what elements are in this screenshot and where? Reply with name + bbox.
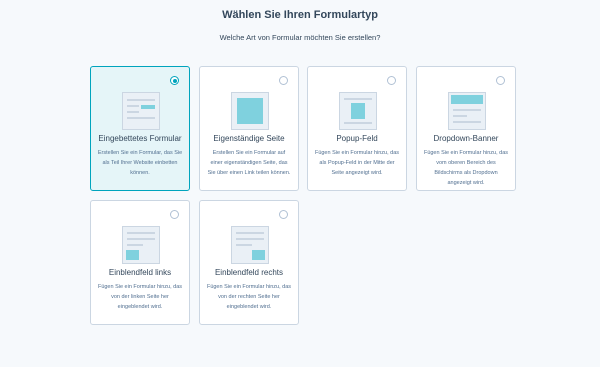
standalone-page-thumbnail-icon <box>231 92 269 130</box>
radio-button[interactable] <box>170 210 179 219</box>
slide-in-left-thumbnail-icon <box>122 226 160 264</box>
form-type-card-slide-in-right[interactable]: Einblendfeld rechts Fügen Sie ein Formul… <box>199 200 299 325</box>
card-title: Popup-Feld <box>336 134 378 143</box>
card-title: Eigenständige Seite <box>213 134 285 143</box>
card-description: Erstellen Sie ein Formular auf einer eig… <box>207 150 291 176</box>
slide-in-right-thumbnail-icon <box>231 226 269 264</box>
card-title: Einblendfeld rechts <box>214 268 284 277</box>
radio-button[interactable] <box>279 210 288 219</box>
radio-button[interactable] <box>170 76 179 85</box>
card-title: Eingebettetes Formular <box>98 134 182 143</box>
card-description: Fügen Sie ein Formular hinzu, das von de… <box>206 284 292 310</box>
card-title: Dropdown-Banner <box>433 134 499 143</box>
page-subtitle: Welche Art von Formular möchten Sie erst… <box>219 33 381 42</box>
form-type-card-standalone-page[interactable]: Eigenständige Seite Erstellen Sie ein Fo… <box>199 66 299 191</box>
embedded-form-thumbnail-icon <box>122 92 160 130</box>
form-type-card-popup[interactable]: Popup-Feld Fügen Sie ein Formular hinzu,… <box>307 66 407 191</box>
form-type-card-dropdown-banner[interactable]: Dropdown-Banner Fügen Sie ein Formular h… <box>416 66 516 191</box>
radio-button[interactable] <box>496 76 505 85</box>
radio-button[interactable] <box>279 76 288 85</box>
card-description: Erstellen Sie ein Formular, das Sie als … <box>97 150 183 176</box>
popup-thumbnail-icon <box>339 92 377 130</box>
radio-button[interactable] <box>387 76 396 85</box>
dropdown-banner-thumbnail-icon <box>448 92 486 130</box>
card-description: Fügen Sie ein Formular hinzu, das vom ob… <box>423 150 509 186</box>
card-title: Einblendfeld links <box>108 268 172 277</box>
card-description: Fügen Sie ein Formular hinzu, das von de… <box>97 284 183 310</box>
card-description: Fügen Sie ein Formular hinzu, das als Po… <box>314 150 400 176</box>
form-type-card-slide-in-left[interactable]: Einblendfeld links Fügen Sie ein Formula… <box>90 200 190 325</box>
page-title: Wählen Sie Ihren Formulartyp <box>222 9 378 21</box>
form-type-card-embedded[interactable]: Eingebettetes Formular Erstellen Sie ein… <box>90 66 190 191</box>
